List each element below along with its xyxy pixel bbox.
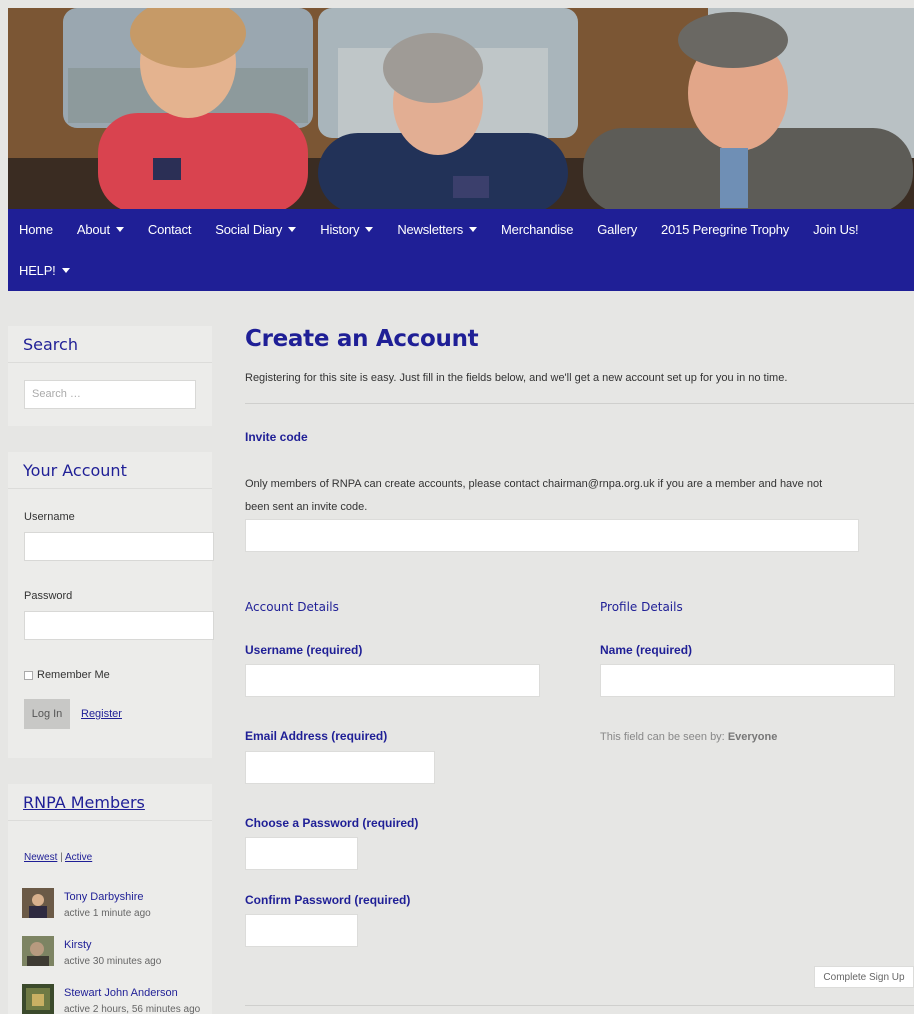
- member-item[interactable]: Tony Darbyshire active 1 minute ago: [22, 888, 212, 924]
- invite-help-text-1: Only members of RNPA can create accounts…: [245, 478, 823, 490]
- avatar[interactable]: [22, 984, 54, 1014]
- member-name[interactable]: Kirsty: [64, 939, 92, 951]
- nav-label: Newsletters: [397, 222, 464, 237]
- confirm-password-label: Confirm Password (required): [245, 893, 411, 907]
- avatar[interactable]: [22, 888, 54, 918]
- nav-label: Merchandise: [501, 222, 574, 237]
- account-widget-title: Your Account: [8, 452, 212, 489]
- tab-active[interactable]: Active: [65, 852, 92, 863]
- nav-label: History: [320, 222, 360, 237]
- page-title: Create an Account: [245, 326, 479, 352]
- username-input[interactable]: [245, 664, 540, 697]
- nav-label: Social Diary: [215, 222, 283, 237]
- nav-item-about[interactable]: About: [65, 222, 136, 237]
- login-username-input[interactable]: [24, 532, 214, 561]
- nav-label: 2015 Peregrine Trophy: [661, 222, 790, 237]
- remember-me-label: Remember Me: [37, 669, 110, 681]
- username-label: Username: [24, 511, 75, 523]
- caret-down-icon: [365, 227, 374, 232]
- nav-label: Contact: [147, 222, 192, 237]
- nav-item-help[interactable]: HELP!: [8, 263, 82, 278]
- nav-item-newsletters[interactable]: Newsletters: [385, 222, 489, 237]
- remember-me-checkbox[interactable]: [24, 671, 33, 680]
- nav-item-home[interactable]: Home: [8, 222, 65, 237]
- visibility-prefix: This field can be seen by:: [600, 731, 725, 743]
- tab-newest[interactable]: Newest: [24, 852, 57, 863]
- nav-item-gallery[interactable]: Gallery: [585, 222, 649, 237]
- nav-label: Gallery: [597, 222, 638, 237]
- members-tabs: Newest | Active: [24, 852, 92, 863]
- member-active-time: active 30 minutes ago: [64, 956, 162, 967]
- invite-code-label: Invite code: [245, 430, 308, 444]
- search-widget: Search Search …: [8, 326, 212, 426]
- complete-sign-up-button[interactable]: Complete Sign Up: [814, 966, 914, 988]
- name-required-label: Name (required): [600, 643, 693, 657]
- caret-down-icon: [288, 227, 297, 232]
- nav-label: Home: [19, 222, 53, 237]
- tab-separator: |: [60, 852, 63, 863]
- divider: [245, 1005, 914, 1006]
- account-details-heading: Account Details: [245, 600, 339, 614]
- username-required-label: Username (required): [245, 643, 363, 657]
- email-required-label: Email Address (required): [245, 729, 388, 743]
- members-widget-title[interactable]: RNPA Members: [8, 784, 212, 821]
- nav-item-peregrine-trophy[interactable]: 2015 Peregrine Trophy: [649, 222, 801, 237]
- field-visibility-text: This field can be seen by: Everyone: [600, 731, 777, 743]
- member-name[interactable]: Tony Darbyshire: [64, 891, 143, 903]
- nav-label: HELP!: [19, 263, 56, 278]
- nav-item-contact[interactable]: Contact: [136, 222, 203, 237]
- password-label: Password: [24, 590, 73, 602]
- nav-label: Join Us!: [813, 222, 859, 237]
- nav-item-social-diary[interactable]: Social Diary: [203, 222, 308, 237]
- search-widget-title: Search: [8, 326, 212, 363]
- nav-label: About: [76, 222, 110, 237]
- nav-item-merchandise[interactable]: Merchandise: [489, 222, 585, 237]
- name-input[interactable]: [600, 664, 895, 697]
- members-widget: RNPA Members Newest | Active Tony Darbys…: [8, 784, 212, 1014]
- intro-text: Registering for this site is easy. Just …: [245, 372, 788, 384]
- search-input[interactable]: Search …: [24, 380, 196, 409]
- register-link[interactable]: Register: [81, 708, 122, 720]
- nav-row-secondary: HELP!: [8, 250, 82, 291]
- account-widget: Your Account Username Password Remember …: [8, 452, 214, 758]
- password-input[interactable]: [245, 837, 358, 870]
- member-item[interactable]: Stewart John Anderson active 2 hours, 56…: [22, 984, 212, 1014]
- invite-code-input[interactable]: [245, 519, 859, 552]
- login-password-input[interactable]: [24, 611, 214, 640]
- email-input[interactable]: [245, 751, 435, 784]
- visibility-value[interactable]: Everyone: [728, 731, 778, 743]
- avatar[interactable]: [22, 936, 54, 966]
- member-item[interactable]: Kirsty active 30 minutes ago: [22, 936, 212, 972]
- profile-details-heading: Profile Details: [600, 600, 683, 614]
- password-required-label: Choose a Password (required): [245, 816, 419, 830]
- invite-help-text-2: been sent an invite code.: [245, 501, 368, 513]
- member-name[interactable]: Stewart John Anderson: [64, 987, 178, 999]
- caret-down-icon: [115, 227, 124, 232]
- nav-item-join-us[interactable]: Join Us!: [801, 222, 870, 237]
- main-nav: Home About Contact Social Diary History …: [8, 209, 914, 291]
- log-in-button[interactable]: Log In: [24, 699, 70, 729]
- caret-down-icon: [61, 268, 70, 273]
- member-active-time: active 1 minute ago: [64, 908, 151, 919]
- caret-down-icon: [469, 227, 478, 232]
- confirm-password-input[interactable]: [245, 914, 358, 947]
- member-active-time: active 2 hours, 56 minutes ago: [64, 1004, 201, 1014]
- header-banner-image: [8, 8, 914, 209]
- divider: [245, 403, 914, 404]
- nav-row-primary: Home About Contact Social Diary History …: [8, 209, 870, 250]
- nav-item-history[interactable]: History: [308, 222, 385, 237]
